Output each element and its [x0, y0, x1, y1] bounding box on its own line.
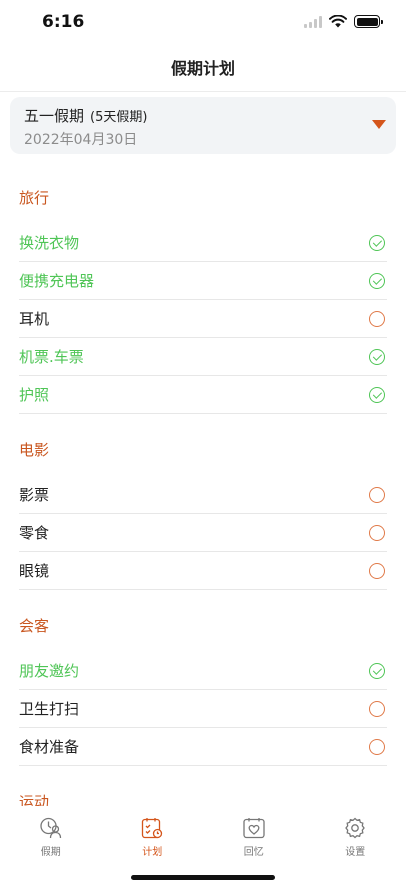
item-label: 朋友邀约 [19, 662, 80, 680]
item-label: 影票 [19, 486, 50, 504]
empty-circle-icon[interactable] [369, 487, 385, 503]
tab-bar: 假期 计划 回忆 设置 [0, 806, 406, 868]
tab-label: 计划 [142, 847, 163, 858]
section-movie: 电影 影票 零食 眼镜 [0, 424, 406, 590]
item-label: 机票.车票 [19, 348, 84, 366]
check-circle-icon[interactable] [369, 273, 385, 289]
wifi-icon [329, 15, 347, 28]
tab-label: 假期 [40, 847, 61, 858]
item-label: 便携充电器 [19, 272, 95, 290]
section-title: 电影 [19, 441, 50, 459]
list-item[interactable]: 食材准备 [19, 728, 387, 766]
holiday-days: (5天假期) [90, 110, 148, 125]
list-item[interactable]: 影票 [19, 476, 387, 514]
empty-circle-icon[interactable] [369, 701, 385, 717]
check-circle-icon[interactable] [369, 235, 385, 251]
dropdown-arrow-icon[interactable] [372, 120, 386, 129]
section-travel: 旅行 换洗衣物 便携充电器 耳机 机票.车票 护照 [0, 172, 406, 414]
list-item[interactable]: 眼镜 [19, 552, 387, 590]
status-icons [304, 15, 383, 28]
item-label: 食材准备 [19, 738, 80, 756]
section-title: 运动 [19, 793, 50, 806]
navigation-bar: 假期计划 [0, 46, 406, 92]
tab-label: 回忆 [243, 847, 264, 858]
empty-circle-icon[interactable] [369, 311, 385, 327]
holiday-name: 五一假期 [24, 107, 85, 125]
page-title: 假期计划 [170, 59, 235, 78]
vacation-icon [40, 817, 61, 839]
section-title: 旅行 [19, 189, 50, 207]
item-label: 卫生打扫 [19, 700, 80, 718]
section-title: 会客 [19, 617, 50, 635]
check-circle-icon[interactable] [369, 349, 385, 365]
list-item[interactable]: 便携充电器 [19, 262, 387, 300]
empty-circle-icon[interactable] [369, 563, 385, 579]
tab-memory[interactable]: 回忆 [203, 806, 305, 868]
list-item[interactable]: 耳机 [19, 300, 387, 338]
empty-circle-icon[interactable] [369, 739, 385, 755]
battery-icon [354, 15, 383, 28]
item-label: 零食 [19, 524, 50, 542]
plan-list: 旅行 换洗衣物 便携充电器 耳机 机票.车票 护照 电影 影票 零食 眼镜 会客… [0, 172, 406, 806]
memory-icon [243, 818, 265, 839]
list-item[interactable]: 零食 [19, 514, 387, 552]
cellular-signal-icon [304, 15, 322, 28]
settings-icon [345, 817, 366, 839]
item-label: 耳机 [19, 310, 50, 328]
status-time: 6:16 [42, 12, 85, 32]
list-item[interactable]: 朋友邀约 [19, 652, 387, 690]
list-item[interactable]: 护照 [19, 376, 387, 414]
check-circle-icon[interactable] [369, 663, 385, 679]
section-sports: 运动 [0, 776, 406, 806]
holiday-title-line: 五一假期 (5天假期) [24, 105, 147, 126]
status-bar: 6:16 [0, 0, 406, 46]
list-item[interactable]: 机票.车票 [19, 338, 387, 376]
tab-plan[interactable]: 计划 [102, 806, 204, 868]
empty-circle-icon[interactable] [369, 525, 385, 541]
check-circle-icon[interactable] [369, 387, 385, 403]
tab-settings[interactable]: 设置 [305, 806, 406, 868]
list-item[interactable]: 换洗衣物 [19, 224, 387, 262]
plan-icon [142, 818, 163, 839]
section-guests: 会客 朋友邀约 卫生打扫 食材准备 [0, 600, 406, 766]
item-label: 换洗衣物 [19, 234, 80, 252]
tab-vacation[interactable]: 假期 [0, 806, 102, 868]
item-label: 眼镜 [19, 562, 50, 580]
holiday-date: 2022年04月30日 [24, 132, 138, 148]
list-item[interactable]: 卫生打扫 [19, 690, 387, 728]
item-label: 护照 [19, 386, 50, 404]
home-indicator [131, 875, 275, 880]
holiday-selector[interactable]: 五一假期 (5天假期) 2022年04月30日 [10, 97, 396, 154]
tab-label: 设置 [345, 847, 366, 858]
